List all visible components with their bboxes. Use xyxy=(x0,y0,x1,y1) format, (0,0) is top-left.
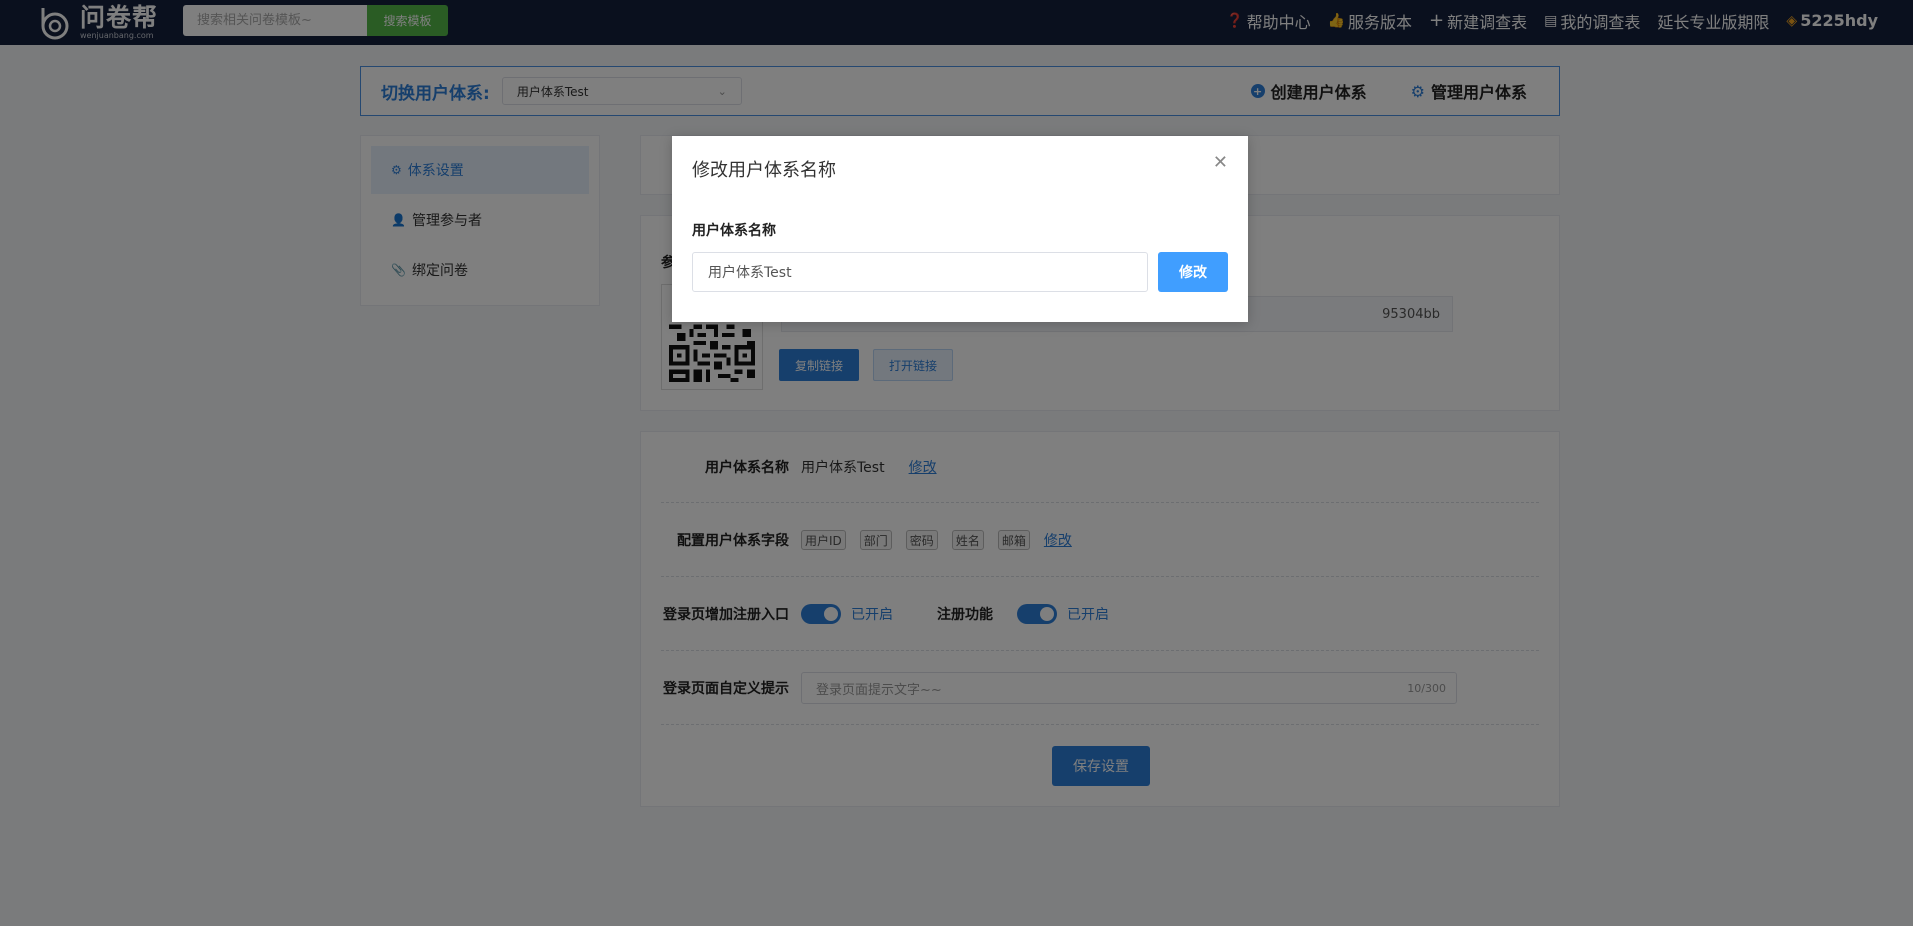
rename-user-system-dialog: 修改用户体系名称 ✕ 用户体系名称 修改 xyxy=(672,136,1248,322)
dialog-title: 修改用户体系名称 xyxy=(692,160,836,181)
close-icon[interactable]: ✕ xyxy=(1213,154,1228,172)
dialog-field-label: 用户体系名称 xyxy=(692,223,776,239)
confirm-rename-button[interactable]: 修改 xyxy=(1158,252,1228,292)
user-system-name-input[interactable] xyxy=(692,252,1148,292)
